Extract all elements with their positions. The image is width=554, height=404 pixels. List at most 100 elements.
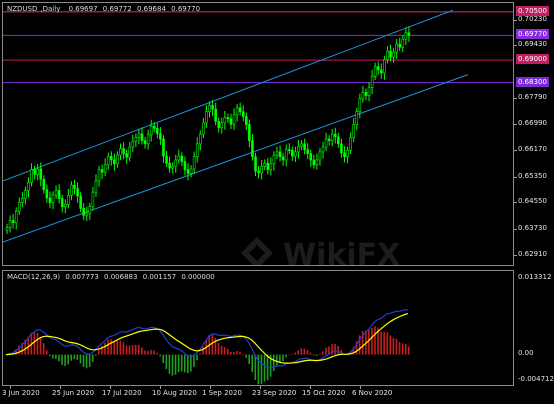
- ohlc-open: 0.69697: [68, 5, 98, 13]
- candle-body: [183, 161, 187, 170]
- osma-bar: [168, 354, 171, 374]
- price-axis-tick: [514, 45, 517, 47]
- macd-plot[interactable]: [3, 271, 513, 385]
- candle-body: [14, 210, 18, 224]
- osma-bar: [300, 348, 303, 355]
- candle-body: [281, 156, 285, 161]
- candle: [300, 139, 303, 151]
- candle: [321, 141, 325, 159]
- candle-body: [137, 133, 141, 138]
- candle: [266, 158, 270, 175]
- candle-body: [97, 169, 101, 182]
- candle-body: [309, 153, 313, 161]
- candle-body: [149, 125, 153, 136]
- candle: [156, 123, 159, 139]
- osma-bar: [183, 354, 186, 373]
- candle-body: [54, 190, 58, 196]
- candle: [248, 119, 251, 148]
- osma-bar: [401, 343, 404, 355]
- candle-body: [352, 124, 356, 138]
- candle: [17, 197, 21, 216]
- price-chart-panel[interactable]: NZDUSD ,Daily 0.69697 0.69772 0.69684 0.6…: [2, 2, 514, 266]
- osma-bar: [202, 346, 204, 355]
- time-axis-label: 25 Jun 2020: [52, 389, 95, 397]
- candle: [257, 166, 260, 179]
- candle-body: [217, 121, 221, 129]
- candle: [324, 132, 328, 151]
- candle: [208, 101, 211, 118]
- candle-body: [24, 190, 27, 199]
- candle: [149, 119, 153, 142]
- osma-bar: [318, 353, 321, 355]
- candle-body: [245, 116, 248, 125]
- candle-body: [202, 122, 205, 135]
- osma-bar: [128, 345, 131, 355]
- candle-body: [125, 153, 128, 158]
- candle-body: [275, 151, 279, 156]
- candle: [103, 158, 107, 177]
- candle-body: [140, 133, 144, 141]
- candle-body: [70, 184, 73, 196]
- candle: [119, 143, 122, 160]
- candle-body: [63, 204, 67, 207]
- candle-body: [395, 43, 398, 53]
- osma-bar: [236, 350, 238, 355]
- osma-bar: [199, 353, 201, 355]
- candle: [67, 188, 70, 209]
- osma-bar: [386, 332, 389, 355]
- osma-bar: [233, 352, 235, 355]
- candle: [51, 191, 55, 210]
- candle: [189, 165, 193, 178]
- macd-value-extra: 0.000000: [181, 273, 215, 281]
- candle: [192, 151, 196, 174]
- candle-body: [94, 180, 98, 193]
- candle-body: [195, 143, 199, 158]
- candle-body: [284, 149, 288, 161]
- candle: [272, 151, 276, 171]
- candle: [380, 63, 383, 79]
- osma-bar: [45, 350, 48, 355]
- price-axis-label: 0.69430: [518, 40, 547, 49]
- candle: [287, 143, 291, 155]
- candle: [125, 149, 128, 165]
- candle-body: [303, 143, 306, 150]
- macd-value-signal: 0.006883: [104, 273, 138, 281]
- candle: [137, 128, 141, 145]
- candle: [355, 107, 359, 131]
- price-axis-label: 0.63730: [518, 223, 547, 232]
- osma-bar: [107, 339, 109, 355]
- price-axis-tick: [514, 176, 517, 178]
- level-price-label: 0.69770: [516, 29, 549, 40]
- candle-body: [91, 191, 95, 207]
- candle: [202, 117, 205, 139]
- candle-body: [257, 170, 260, 174]
- osma-bar: [58, 354, 60, 362]
- candle-body: [198, 133, 202, 145]
- candle-body: [30, 169, 33, 183]
- osma-bar: [282, 354, 284, 362]
- candle: [343, 146, 346, 163]
- candle: [306, 143, 309, 160]
- candle: [404, 27, 408, 45]
- candle-body: [76, 188, 79, 197]
- candle: [180, 152, 184, 167]
- osma-bar: [88, 354, 91, 367]
- osma-bar: [104, 342, 106, 355]
- macd-axis-label: 0.00: [518, 348, 534, 357]
- candle-body: [343, 152, 346, 158]
- candle-body: [367, 87, 371, 96]
- osma-bar: [297, 350, 300, 355]
- candle: [367, 82, 371, 102]
- osma-bar: [137, 344, 140, 355]
- time-axis-label: 15 Oct 2020: [302, 389, 346, 397]
- osma-bar: [36, 332, 39, 355]
- candle: [281, 152, 285, 166]
- osma-bar: [52, 354, 54, 359]
- candle-body: [398, 43, 402, 48]
- candle: [398, 37, 402, 52]
- candle-body: [134, 137, 138, 142]
- candle: [79, 192, 82, 213]
- symbol-timeframe: NZDUSD ,Daily: [7, 5, 61, 13]
- macd-panel[interactable]: MACD(12,26,9) 0.007773 0.006883 0.001157…: [2, 270, 514, 386]
- candle: [165, 150, 168, 168]
